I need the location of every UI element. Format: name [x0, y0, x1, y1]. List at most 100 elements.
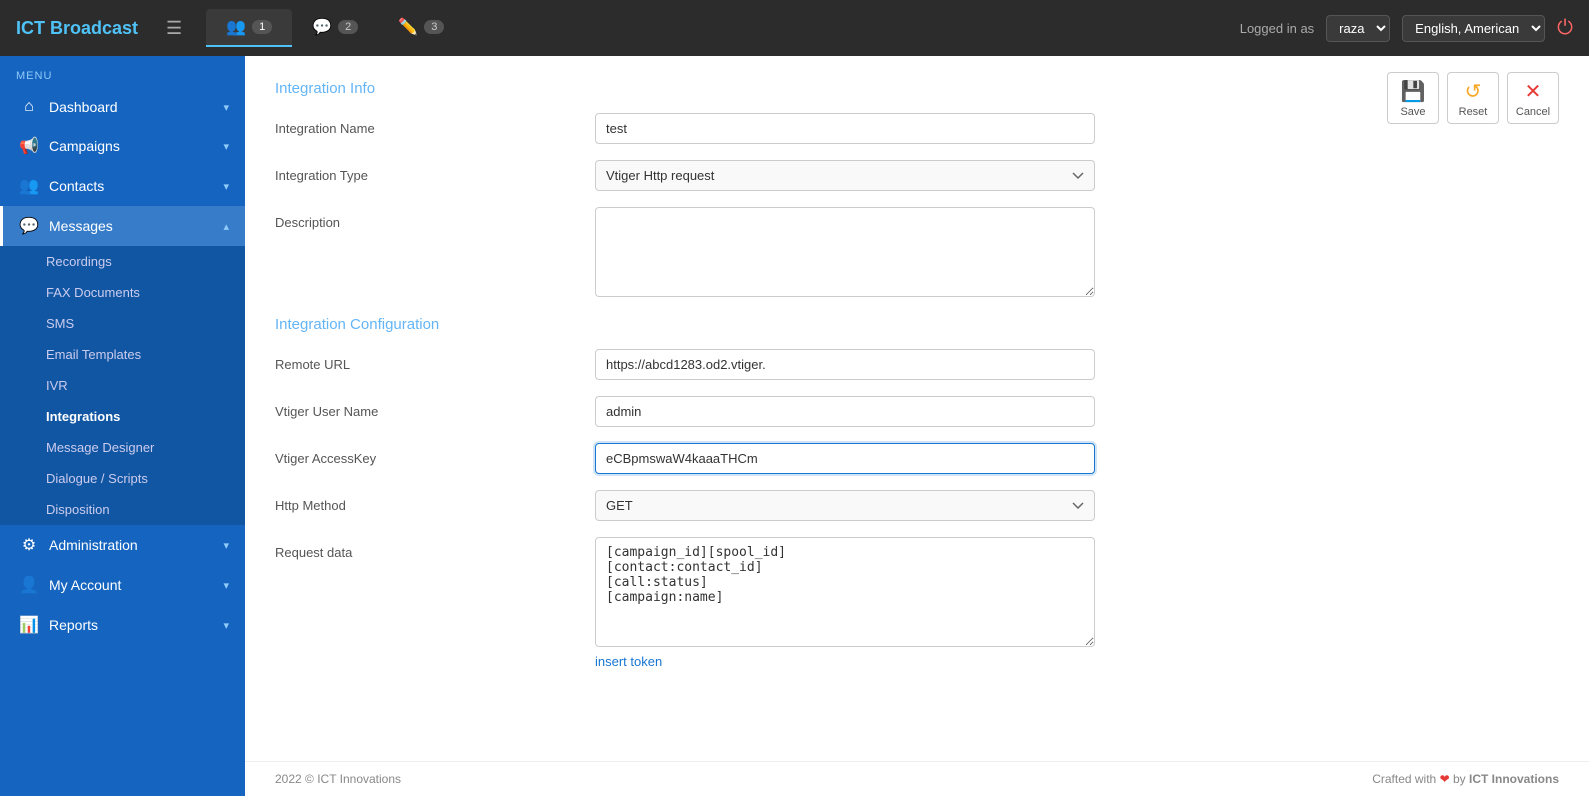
sidebar-item-campaigns[interactable]: 📢 Campaigns ▾: [0, 126, 245, 166]
integration-name-row: Integration Name: [275, 113, 1559, 144]
save-button[interactable]: 💾 Save: [1387, 72, 1439, 124]
messages-submenu: Recordings FAX Documents SMS Email Templ…: [0, 246, 245, 525]
sidebar-item-fax-documents[interactable]: FAX Documents: [0, 277, 245, 308]
chevron-down-icon: ▾: [223, 579, 229, 592]
integration-type-select[interactable]: Vtiger Http request REST API SOAP: [595, 160, 1095, 191]
campaigns-icon: 📢: [19, 136, 39, 156]
integration-type-row: Integration Type Vtiger Http request RES…: [275, 160, 1559, 191]
vtiger-username-row: Vtiger User Name: [275, 396, 1559, 427]
http-method-label: Http Method: [275, 490, 575, 513]
topbar-tab-2[interactable]: 💬 2: [292, 9, 378, 47]
administration-icon: ⚙: [19, 535, 39, 555]
vtiger-username-label: Vtiger User Name: [275, 396, 575, 419]
chevron-down-icon: ▾: [223, 180, 229, 193]
heart-icon: ❤: [1440, 772, 1450, 786]
sidebar-item-dialogue-scripts[interactable]: Dialogue / Scripts: [0, 463, 245, 494]
topbar-right: Logged in as raza English, American ⏻: [1240, 15, 1573, 42]
vtiger-accesskey-input[interactable]: [595, 443, 1095, 474]
sidebar-item-administration[interactable]: ⚙ Administration ▾: [0, 525, 245, 565]
sidebar-item-sms[interactable]: SMS: [0, 308, 245, 339]
tab1-icon: 👥: [226, 17, 246, 37]
footer-copyright: 2022 © ICT Innovations: [275, 772, 401, 786]
integration-type-control: Vtiger Http request REST API SOAP: [595, 160, 1095, 191]
integration-name-input[interactable]: [595, 113, 1095, 144]
action-buttons: 💾 Save ↺ Reset ✕ Cancel: [1387, 72, 1559, 124]
sidebar-label-campaigns: Campaigns: [49, 138, 120, 154]
request-data-row: Request data [campaign_id][spool_id] [co…: [275, 537, 1559, 669]
sidebar-item-reports[interactable]: 📊 Reports ▾: [0, 605, 245, 645]
vtiger-username-input[interactable]: [595, 396, 1095, 427]
insert-token-link[interactable]: insert token: [595, 654, 662, 669]
sidebar-item-dashboard[interactable]: ⌂ Dashboard ▾: [0, 88, 245, 126]
integration-type-label: Integration Type: [275, 160, 575, 183]
chevron-down-icon: ▾: [223, 539, 229, 552]
sidebar-item-messages[interactable]: 💬 Messages ▴: [0, 206, 245, 246]
sidebar-label-dashboard: Dashboard: [49, 99, 118, 115]
sidebar-item-message-designer[interactable]: Message Designer: [0, 432, 245, 463]
app-brand: ICT Broadcast: [16, 18, 138, 39]
http-method-select[interactable]: GET POST PUT DELETE: [595, 490, 1095, 521]
chevron-down-icon: ▾: [223, 619, 229, 632]
topbar: ICT Broadcast ☰ 👥 1 💬 2 ✏️ 3 Logged in a…: [0, 0, 1589, 56]
sidebar-label-my-account: My Account: [49, 577, 121, 593]
sidebar-item-integrations[interactable]: Integrations: [0, 401, 245, 432]
sidebar-item-contacts[interactable]: 👥 Contacts ▾: [0, 166, 245, 206]
save-icon: 💾: [1401, 79, 1426, 104]
vtiger-accesskey-control: [595, 443, 1095, 474]
remote-url-row: Remote URL: [275, 349, 1559, 380]
description-row: Description: [275, 207, 1559, 300]
integration-name-control: [595, 113, 1095, 144]
remote-url-input[interactable]: [595, 349, 1095, 380]
disposition-label: Disposition: [46, 502, 110, 517]
messages-icon: 💬: [19, 216, 39, 236]
request-data-label: Request data: [275, 537, 575, 560]
cancel-button[interactable]: ✕ Cancel: [1507, 72, 1559, 124]
chevron-down-icon: ▾: [223, 140, 229, 153]
chevron-up-icon: ▴: [223, 220, 229, 233]
sidebar: MENU ⌂ Dashboard ▾ 📢 Campaigns ▾ 👥 Conta…: [0, 56, 245, 796]
sidebar-label-reports: Reports: [49, 617, 98, 633]
http-method-control: GET POST PUT DELETE: [595, 490, 1095, 521]
sidebar-item-recordings[interactable]: Recordings: [0, 246, 245, 277]
recordings-label: Recordings: [46, 254, 112, 269]
ivr-label: IVR: [46, 378, 68, 393]
sidebar-item-ivr[interactable]: IVR: [0, 370, 245, 401]
vtiger-username-control: [595, 396, 1095, 427]
sidebar-menu-label: MENU: [0, 56, 245, 88]
language-select[interactable]: English, American: [1402, 15, 1545, 42]
reset-icon: ↺: [1465, 79, 1482, 104]
tab2-badge: 2: [338, 20, 358, 34]
request-data-textarea[interactable]: [campaign_id][spool_id] [contact:contact…: [595, 537, 1095, 647]
description-label: Description: [275, 207, 575, 230]
logout-button[interactable]: ⏻: [1557, 17, 1573, 40]
sidebar-item-email-templates[interactable]: Email Templates: [0, 339, 245, 370]
fax-label: FAX Documents: [46, 285, 140, 300]
reset-label: Reset: [1459, 106, 1488, 118]
http-method-row: Http Method GET POST PUT DELETE: [275, 490, 1559, 521]
topbar-tabs: 👥 1 💬 2 ✏️ 3: [206, 9, 1224, 47]
description-textarea[interactable]: [595, 207, 1095, 297]
save-label: Save: [1400, 106, 1425, 118]
sidebar-label-contacts: Contacts: [49, 178, 104, 194]
sidebar-item-disposition[interactable]: Disposition: [0, 494, 245, 525]
section-integration-info: Integration Info: [275, 80, 1559, 97]
tab1-badge: 1: [252, 20, 272, 34]
home-icon: ⌂: [19, 98, 39, 116]
sms-label: SMS: [46, 316, 74, 331]
request-data-control: [campaign_id][spool_id] [contact:contact…: [595, 537, 1095, 669]
tab3-badge: 3: [424, 20, 444, 34]
menu-toggle-icon[interactable]: ☰: [166, 18, 182, 39]
message-designer-label: Message Designer: [46, 440, 154, 455]
topbar-tab-1[interactable]: 👥 1: [206, 9, 292, 47]
footer-crafted-by: Crafted with ❤ by ICT Innovations: [1372, 772, 1559, 786]
topbar-tab-3[interactable]: ✏️ 3: [378, 9, 464, 47]
sidebar-item-my-account[interactable]: 👤 My Account ▾: [0, 565, 245, 605]
user-select[interactable]: raza: [1326, 15, 1390, 42]
integration-name-label: Integration Name: [275, 113, 575, 136]
vtiger-accesskey-row: Vtiger AccessKey: [275, 443, 1559, 474]
tab2-icon: 💬: [312, 17, 332, 37]
footer: 2022 © ICT Innovations Crafted with ❤ by…: [245, 761, 1589, 796]
reset-button[interactable]: ↺ Reset: [1447, 72, 1499, 124]
section-integration-config: Integration Configuration: [275, 316, 1559, 333]
content-area: 💾 Save ↺ Reset ✕ Cancel Integration Info…: [245, 56, 1589, 761]
